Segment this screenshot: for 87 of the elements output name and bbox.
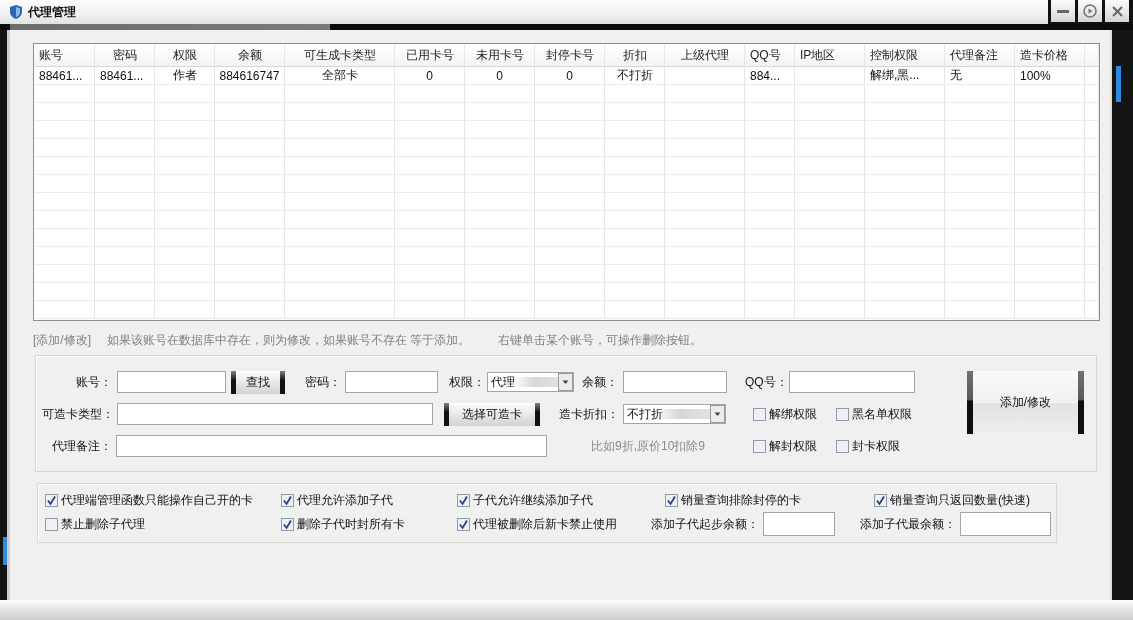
column-header[interactable]: 已用卡号 [395, 44, 465, 66]
field-label: 添加子代起步余额： [651, 515, 759, 533]
column-header[interactable]: 密码 [95, 44, 155, 66]
column-header[interactable]: IP地区 [795, 44, 865, 66]
add-modify-button[interactable]: 添加/修改 [967, 371, 1084, 434]
checkbox[interactable] [836, 439, 849, 453]
field-label: 代理备注： [51, 437, 112, 455]
field-label: QQ号： [745, 373, 789, 391]
close-button[interactable] [1105, 0, 1129, 22]
table-cell: 88461... [34, 67, 95, 84]
column-header[interactable]: 折扣 [605, 44, 665, 66]
text-field[interactable] [960, 512, 1051, 536]
checkbox[interactable] [45, 517, 58, 531]
text-field[interactable] [789, 371, 915, 393]
column-header[interactable]: QQ号 [745, 44, 795, 66]
hint-text: 比如9折,原价10扣除9 [591, 437, 707, 455]
checkbox-label: 封卡权限 [852, 437, 900, 455]
field-label: 权限： [449, 373, 486, 391]
text-field[interactable] [116, 435, 547, 457]
checkbox[interactable] [457, 493, 470, 507]
checkbox[interactable] [457, 517, 470, 531]
checkbox[interactable] [753, 407, 766, 421]
checkbox[interactable] [45, 493, 58, 507]
column-header[interactable]: 控制权限 [865, 44, 945, 66]
minimize-icon [1057, 9, 1069, 13]
text-field[interactable] [345, 371, 438, 393]
checkbox[interactable] [665, 493, 678, 507]
table-cell: 0 [535, 67, 605, 84]
column-header[interactable]: 权限 [155, 44, 215, 66]
text-field[interactable] [117, 371, 226, 393]
text-field[interactable] [117, 403, 433, 425]
checkbox[interactable] [281, 517, 294, 531]
checkbox-label: 解绑权限 [769, 405, 817, 423]
field-label: 余额： [582, 373, 619, 391]
checkbox-label: 销量查询只返回数量(快速) [890, 491, 1030, 509]
notice-text: 右键单击某个账号，可操作删除按钮。 [498, 331, 703, 349]
close-icon [1111, 5, 1123, 17]
checkbox-label: 子代允许继续添加子代 [473, 491, 593, 509]
column-header[interactable]: 上级代理 [665, 44, 745, 66]
checkbox-label: 禁止删除子代理 [61, 515, 145, 533]
minimize-button[interactable] [1051, 0, 1075, 22]
checkbox-label: 代理被删除后新卡禁止使用 [473, 515, 617, 533]
table-cell: 全部卡 [285, 67, 395, 84]
table-cell: 0 [395, 67, 465, 84]
checkbox-label: 代理端管理函数只能操作自己开的卡 [61, 491, 253, 509]
dropdown[interactable]: 代理 [487, 372, 574, 392]
checkbox-label: 删除子代时封所有卡 [297, 515, 405, 533]
title-bar-button[interactable] [1078, 0, 1102, 22]
find-button[interactable]: 查找 [231, 370, 285, 394]
checkbox[interactable] [753, 439, 766, 453]
ring-icon [1083, 4, 1097, 18]
checkbox[interactable] [874, 493, 887, 507]
window-title: 代理管理 [28, 3, 76, 21]
table-cell: 0 [465, 67, 535, 84]
field-label: 密码： [305, 373, 342, 391]
notice-text: 如果该账号在数据库中存在，则为修改，如果账号不存在 等于添加。 [107, 331, 471, 349]
checkbox[interactable] [281, 493, 294, 507]
text-field[interactable] [623, 371, 727, 393]
checkbox-label: 解封权限 [769, 437, 817, 455]
dropdown[interactable]: 不打折 [623, 404, 726, 424]
column-header[interactable]: 代理备注 [945, 44, 1015, 66]
column-header[interactable]: 造卡价格 [1015, 44, 1085, 66]
field-label: 账号： [75, 373, 112, 391]
column-header[interactable]: 封停卡号 [535, 44, 605, 66]
text-field[interactable] [763, 512, 835, 536]
column-header[interactable]: 未用卡号 [465, 44, 535, 66]
table-cell: 88461... [95, 67, 155, 84]
table-cell: 无 [945, 67, 1015, 84]
notice-text: [添加/修改] [33, 331, 91, 349]
column-header[interactable]: 余额 [215, 44, 285, 66]
choose-cards-button[interactable]: 选择可造卡 [444, 402, 540, 426]
column-header[interactable]: 账号 [34, 44, 95, 66]
column-header[interactable]: 可生成卡类型 [285, 44, 395, 66]
field-label: 造卡折扣： [559, 405, 620, 423]
table-cell: 作者 [155, 67, 215, 84]
field-label: 添加子代最余额： [860, 515, 956, 533]
table-cell: 884... [745, 67, 795, 84]
table-cell: 不打折 [605, 67, 665, 84]
checkbox-label: 销量查询排除封停的卡 [681, 491, 801, 509]
table-cell: 解绑,黑... [865, 67, 945, 84]
checkbox-label: 黑名单权限 [852, 405, 912, 423]
table-cell: 884616747 [215, 67, 285, 84]
shield-icon [10, 5, 22, 19]
checkbox-label: 代理允许添加子代 [297, 491, 393, 509]
checkbox[interactable] [836, 407, 849, 421]
field-label: 可造卡类型： [42, 405, 112, 423]
table-cell: 100% [1015, 67, 1085, 84]
